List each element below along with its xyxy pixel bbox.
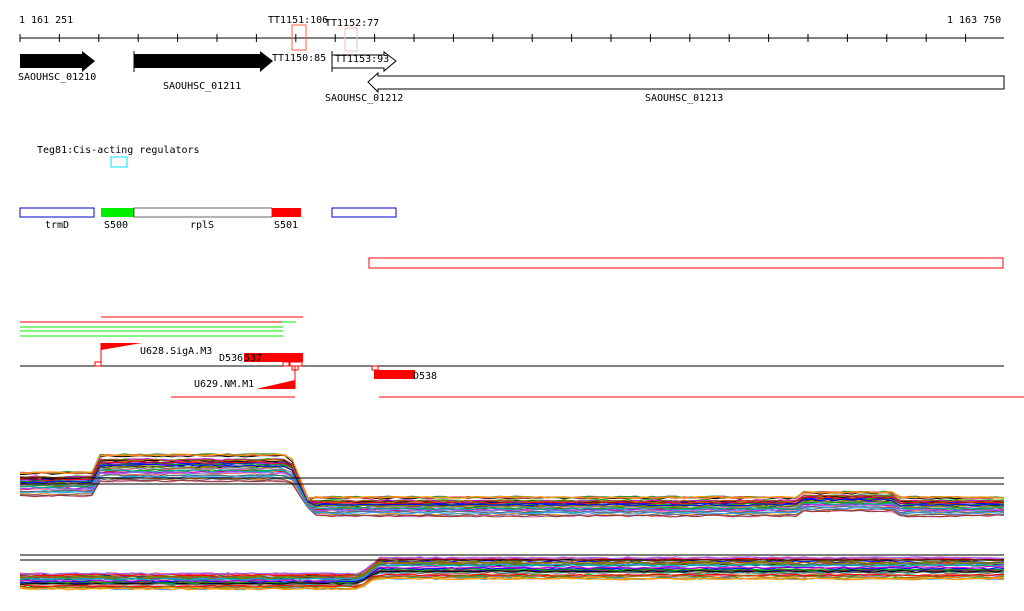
gene-arrow-01213[interactable] — [367, 71, 1005, 94]
terminator-label: TT1151:106 — [268, 15, 328, 26]
transcript-region[interactable] — [368, 257, 1004, 269]
feature-S500[interactable] — [101, 208, 134, 217]
regulator-box[interactable] — [110, 156, 128, 168]
gene-arrow-01210[interactable] — [20, 51, 95, 72]
promoter-u628[interactable] — [101, 343, 142, 350]
gene-arrow-01211[interactable] — [134, 51, 273, 72]
expression-panel-upper — [19, 453, 1005, 518]
features-track: trmD S500 rplS S501 — [19, 207, 397, 231]
genes-track: SAOUHSC_01210 SAOUHSC_01211 SAOUHSC_0121… — [18, 51, 1005, 104]
ruler-end: 1 163 750 — [947, 15, 1001, 26]
promoter-u629[interactable] — [256, 380, 295, 389]
gene-label: SAOUHSC_01210 — [18, 72, 96, 83]
terminator-label: TT1150:85 — [272, 53, 326, 64]
terminator-label: TT1152:77 — [325, 18, 379, 29]
terminator-labels: TT1151:106 TT1152:77 TT1150:85 TT1153:93 — [268, 15, 389, 65]
genome-browser-view: 1 161 251 1 163 750 SAOUHSC_01210 SAOUHS… — [18, 15, 1024, 591]
expression-profile — [19, 474, 1005, 514]
elements-track: U628.SigA.M3 D536 537 U629.NM.M1 D538 — [20, 343, 1024, 398]
element-d538[interactable] — [374, 370, 415, 379]
element-label: D538 — [413, 371, 437, 382]
ruler: 1 161 251 1 163 750 — [19, 15, 1004, 42]
feature-unnamed[interactable] — [331, 207, 397, 218]
feature-label: S500 — [104, 220, 128, 231]
feature-rplS[interactable] — [133, 207, 273, 218]
ruler-start: 1 161 251 — [19, 15, 73, 26]
feature-label: trmD — [45, 220, 69, 231]
expression-profile — [19, 474, 1005, 514]
expression-panel-lower — [19, 554, 1005, 591]
feature-label: rplS — [190, 220, 214, 231]
terminator-tt1152[interactable] — [344, 27, 358, 52]
element-label: D536 — [219, 353, 243, 364]
feature-trmD[interactable] — [19, 207, 95, 218]
gene-label: SAOUHSC_01212 — [325, 93, 403, 104]
regulator-label: Teg81:Cis-acting regulators — [37, 145, 200, 156]
element-label: U629.NM.M1 — [194, 379, 254, 390]
feature-label: S501 — [274, 220, 298, 231]
terminator-label: TT1153:93 — [335, 54, 389, 65]
reads-track — [20, 316, 303, 337]
feature-S501[interactable] — [272, 208, 301, 217]
element-label: 537 — [244, 353, 262, 364]
gene-label: SAOUHSC_01211 — [163, 81, 241, 92]
element-label: U628.SigA.M3 — [140, 346, 212, 357]
gene-label: SAOUHSC_01213 — [645, 93, 723, 104]
